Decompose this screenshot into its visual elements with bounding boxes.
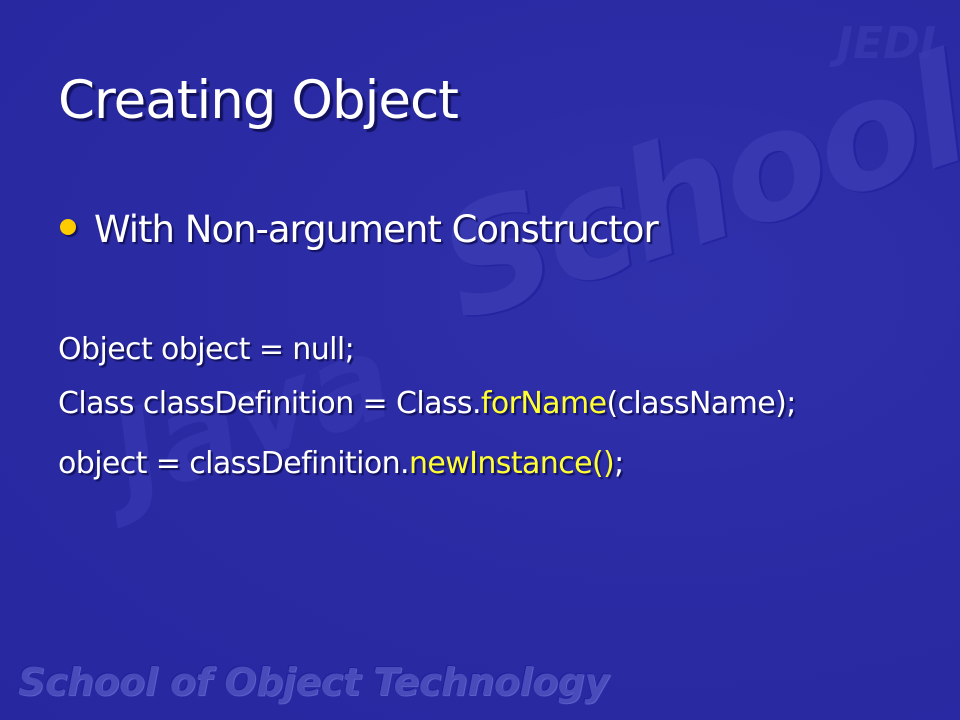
bullet-item: With Non-argument Constructor xyxy=(60,208,659,251)
code-line-2: Class classDefinition = Class.forName(cl… xyxy=(58,386,796,421)
slide: JEDI School Java Creating Object With No… xyxy=(0,0,960,720)
footer-logo-text: School of Object Technology xyxy=(18,660,609,704)
code-line-3-prefix: object = classDefinition. xyxy=(58,446,410,481)
slide-title: Creating Object xyxy=(58,70,459,131)
code-line-3: object = classDefinition.newInstance(); xyxy=(58,446,624,481)
code-line-2-highlight: forName xyxy=(480,386,607,421)
bullet-text: With Non-argument Constructor xyxy=(94,208,659,251)
code-line-2-suffix: (className); xyxy=(606,386,796,421)
code-line-2-prefix: Class classDefinition = Class. xyxy=(58,386,481,421)
bullet-dot-icon xyxy=(60,218,76,235)
code-line-3-highlight: newInstance() xyxy=(408,446,615,481)
school-watermark: School xyxy=(420,23,960,356)
code-line-1: Object object = null; xyxy=(58,332,355,367)
code-line-3-suffix: ; xyxy=(614,446,624,481)
